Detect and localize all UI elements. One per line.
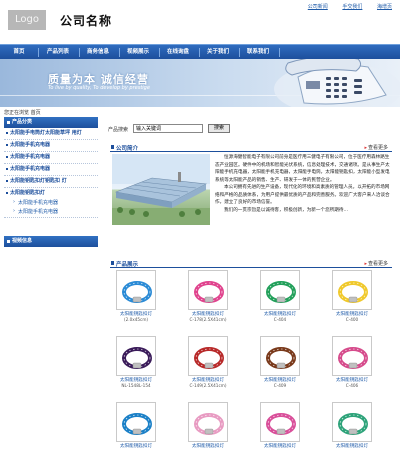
product-card[interactable]: 太阳能钥匙扣灯 C-400 — [332, 270, 372, 322]
product-card[interactable]: 太阳能钥匙扣灯 — [188, 402, 228, 449]
product-code: (2.0x45cm) — [123, 317, 149, 322]
product-code: C-400 — [345, 317, 359, 322]
category-item[interactable]: 太阳能手机充电器 — [4, 152, 98, 164]
nav-item-video[interactable]: 视频展示 — [120, 45, 156, 60]
intro-paragraph: 本公司拥有先进的生产设备，现代化的环境和高素质的管理人员。以开拓的市场网络和严格… — [215, 185, 390, 205]
category-item[interactable]: 太阳能手电筒灯太阳能草坪 用灯 — [4, 128, 98, 140]
about-section-title: 公司简介 — [110, 145, 139, 152]
company-photo — [112, 154, 210, 225]
product-thumbnail[interactable] — [116, 336, 156, 376]
product-name[interactable]: 太阳能钥匙扣灯 — [332, 444, 372, 449]
telephone-illustration — [274, 59, 400, 107]
product-thumbnail[interactable] — [116, 270, 156, 310]
banner: 质量为本 诚信经营 To live by quality, To develop… — [0, 59, 400, 107]
search-label: 产品搜索 — [108, 127, 129, 133]
category-item[interactable]: 太阳能钥匙扣灯钥匙扣 灯 — [4, 176, 98, 188]
nav-item-inquiry[interactable]: 在线询盘 — [160, 45, 196, 60]
category-panel-title: 产品分类 — [4, 117, 98, 128]
subcategory-item[interactable]: 太阳能手机充电器 — [4, 208, 98, 218]
top-links: 公司新闻 手交我们 海增页 — [295, 3, 392, 10]
main-nav: 首页 产品列表 商务信息 视频展示 在线询盘 关于我们 联系我们 — [0, 44, 400, 59]
product-thumbnail[interactable] — [116, 402, 156, 442]
nav-item-products[interactable]: 产品列表 — [40, 45, 76, 60]
product-card[interactable]: 太阳能钥匙扣灯 — [116, 402, 156, 449]
collar-image — [266, 413, 296, 435]
nav-item-business[interactable]: 商务信息 — [80, 45, 116, 60]
product-thumbnail[interactable] — [332, 402, 372, 442]
search-input[interactable] — [133, 124, 203, 133]
product-thumbnail[interactable] — [188, 336, 228, 376]
product-card[interactable]: 太阳能钥匙扣灯 — [332, 402, 372, 449]
product-thumbnail[interactable] — [188, 270, 228, 310]
collar-image — [122, 347, 152, 369]
header: Logo 公司名称 公司新闻 手交我们 海增页 — [0, 0, 400, 44]
products-section-title: 产品展示 — [110, 261, 139, 268]
product-code: C-178(2.5X41cm) — [189, 317, 227, 322]
top-link-news[interactable]: 公司新闻 — [308, 4, 328, 10]
product-thumbnail[interactable] — [260, 336, 300, 376]
logo-text: Logo — [15, 14, 39, 25]
collar-image — [338, 347, 368, 369]
product-name[interactable]: 太阳能钥匙扣灯 — [116, 444, 156, 449]
category-item[interactable]: 太阳能钥匙扣灯 — [4, 188, 98, 199]
intro-paragraph: 恒源海健智能电子有限公司前身是医疗用三健电子有限公司，位于医疗用森林路生态产业园… — [215, 155, 390, 183]
product-card[interactable]: 太阳能钥匙扣灯 C-409 — [260, 336, 300, 388]
product-card[interactable]: 太阳能钥匙扣灯 NL-1548L-154 — [116, 336, 156, 388]
nav-item-about[interactable]: 关于我们 — [200, 45, 236, 60]
about-more-link[interactable]: 查看更多 — [364, 144, 388, 151]
category-panel: 产品分类 太阳能手电筒灯太阳能草坪 用灯 太阳能手机充电器 太阳能手机充电器 太… — [4, 117, 98, 218]
product-code: C-404 — [273, 317, 287, 322]
about-section-header: 公司简介 查看更多 — [110, 143, 392, 152]
banner-slogan-english: To live by quality, To develop by presti… — [48, 85, 150, 91]
product-code: C-149(2.5X41cm) — [189, 383, 227, 388]
category-item[interactable]: 太阳能手机充电器 — [4, 140, 98, 152]
product-thumbnail[interactable] — [188, 402, 228, 442]
product-thumbnail[interactable] — [260, 402, 300, 442]
collar-image — [338, 413, 368, 435]
product-card[interactable]: 太阳能钥匙扣灯 (2.0x45cm) — [116, 270, 156, 322]
products-section-header: 产品展示 查看更多 — [110, 259, 392, 268]
intro-paragraph: 我们的一贯宗旨是以诚待客，积极创新，为新一个您所期待… — [224, 207, 349, 213]
collar-image — [122, 413, 152, 435]
product-card[interactable]: 太阳能钥匙扣灯 C-406 — [332, 336, 372, 388]
product-thumbnail[interactable] — [332, 336, 372, 376]
nav-separator — [38, 48, 39, 57]
product-code: C-406 — [345, 383, 359, 388]
product-thumbnail[interactable] — [332, 270, 372, 310]
video-panel: 视频信息 — [4, 236, 98, 247]
top-link-contact[interactable]: 手交我们 — [342, 4, 362, 10]
product-code: NL-1548L-154 — [121, 383, 151, 388]
product-card[interactable]: 太阳能钥匙扣灯 C-178(2.5X41cm) — [188, 270, 228, 322]
company-intro: 恒源海健智能电子有限公司前身是医疗用三健电子有限公司，位于医疗用森林路生态产业园… — [215, 154, 392, 214]
products-more-link[interactable]: 查看更多 — [364, 260, 388, 267]
product-code: C-409 — [273, 383, 287, 388]
product-card[interactable]: 太阳能钥匙扣灯 C-404 — [260, 270, 300, 322]
collar-image — [266, 347, 296, 369]
collar-image — [194, 413, 224, 435]
product-card[interactable]: 太阳能钥匙扣灯 — [260, 402, 300, 449]
collar-image — [122, 281, 152, 303]
nav-item-home[interactable]: 首页 — [4, 45, 34, 60]
product-name[interactable]: 太阳能钥匙扣灯 — [188, 444, 228, 449]
breadcrumb: 您正在浏览 首页 — [4, 110, 41, 116]
subcategory-item[interactable]: 太阳能手机充电器 — [4, 199, 98, 208]
top-link-mail[interactable]: 海增页 — [377, 4, 392, 10]
logo[interactable]: Logo — [8, 10, 46, 30]
collar-image — [194, 347, 224, 369]
product-thumbnail[interactable] — [260, 270, 300, 310]
product-name[interactable]: 太阳能钥匙扣灯 — [260, 444, 300, 449]
category-item[interactable]: 太阳能手机充电器 — [4, 164, 98, 176]
company-name: 公司名称 — [60, 14, 113, 28]
product-card[interactable]: 太阳能钥匙扣灯 C-149(2.5X41cm) — [188, 336, 228, 388]
search-bar: 产品搜索 搜索 — [108, 124, 394, 133]
video-panel-title[interactable]: 视频信息 — [4, 236, 98, 247]
search-button[interactable]: 搜索 — [208, 124, 230, 133]
collar-image — [338, 281, 368, 303]
factory-illustration — [112, 154, 210, 225]
nav-item-contact[interactable]: 联系我们 — [240, 45, 276, 60]
collar-image — [266, 281, 296, 303]
collar-image — [194, 281, 224, 303]
nav-separator — [279, 48, 280, 57]
